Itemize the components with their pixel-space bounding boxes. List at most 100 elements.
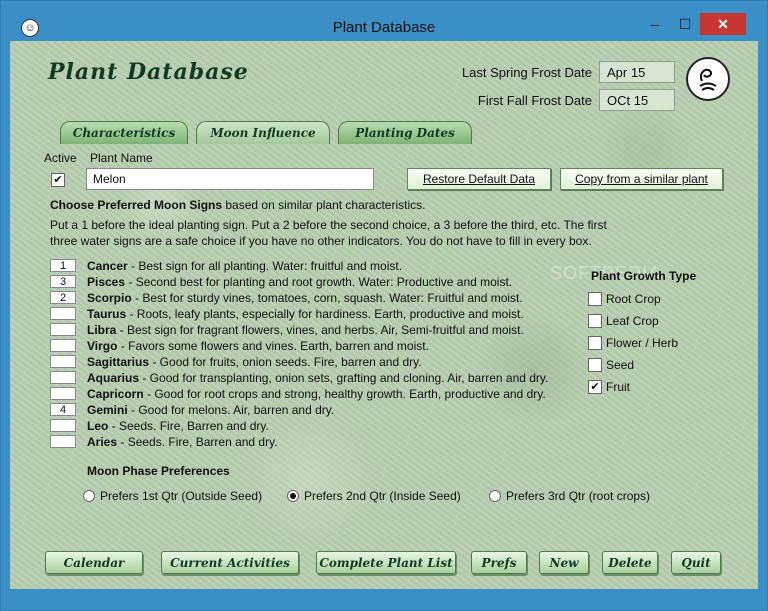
moon-sign-name: Capricorn xyxy=(87,387,144,401)
moon-sign-rank-input[interactable] xyxy=(50,323,76,336)
moon-sign-label: Scorpio - Best for sturdy vines, tomatoe… xyxy=(87,290,523,306)
main-panel: SOFTPEDIA Plant Database Last Spring Fro… xyxy=(10,41,758,589)
growth-type-checkbox[interactable] xyxy=(588,292,602,306)
copy-similar-plant-button[interactable]: Copy from a similar plant xyxy=(560,168,723,190)
calendar-button[interactable]: Calendar xyxy=(45,551,143,574)
moon-sign-rank-input[interactable] xyxy=(50,387,76,400)
moon-sign-label: Aquarius - Good for transplanting, onion… xyxy=(87,370,548,386)
copy-similar-plant-label: Copy from a similar plant xyxy=(575,172,708,186)
growth-type-checkbox[interactable] xyxy=(588,358,602,372)
active-checkbox[interactable]: ✔ xyxy=(51,173,65,187)
moon-sign-desc: - Good for root crops and strong, health… xyxy=(143,387,546,401)
maximize-button[interactable]: ☐ xyxy=(671,13,699,35)
moon-sign-name: Scorpio xyxy=(87,291,132,305)
growth-type-label: Root Crop xyxy=(606,292,661,306)
moon-sign-rank-input[interactable] xyxy=(50,419,76,432)
minimize-button[interactable]: – xyxy=(641,13,669,35)
app-logo xyxy=(686,57,730,101)
moon-sign-name: Libra xyxy=(87,323,117,337)
moon-sign-desc: - Good for melons. Air, barren and dry. xyxy=(127,403,335,417)
complete-plant-list-button[interactable]: Complete Plant List xyxy=(316,551,456,574)
moon-sign-name: Sagittarius xyxy=(87,355,150,369)
moon-sign-name: Taurus xyxy=(87,307,127,321)
moon-sign-label: Pisces - Second best for planting and ro… xyxy=(87,274,512,290)
moon-sign-intro: Choose Preferred Moon Signs based on sim… xyxy=(50,197,750,213)
moon-phase-label[interactable]: Prefers 2nd Qtr (Inside Seed) xyxy=(304,489,461,503)
moon-sign-name: Virgo xyxy=(87,339,118,353)
moon-sign-desc: - Good for fruits, onion seeds. Fire, ba… xyxy=(149,355,422,369)
moon-sign-rank-input[interactable] xyxy=(50,435,76,448)
delete-button[interactable]: Delete xyxy=(602,551,658,574)
new-button[interactable]: New xyxy=(539,551,589,574)
moon-phase-radio-3rd[interactable] xyxy=(489,490,501,502)
moon-phase-label[interactable]: Prefers 3rd Qtr (root crops) xyxy=(506,489,650,503)
moon-sign-intro-rest: based on similar plant characteristics. xyxy=(222,198,426,212)
moon-sign-name: Aquarius xyxy=(87,371,140,385)
moon-sign-desc: - Roots, leafy plants, especially for ha… xyxy=(126,307,524,321)
quit-button[interactable]: Quit xyxy=(671,551,721,574)
growth-type-label: Fruit xyxy=(606,380,630,394)
close-button[interactable]: ✕ xyxy=(700,13,746,35)
moon-sign-rank-input[interactable] xyxy=(50,307,76,320)
moon-sign-rank-input[interactable]: 1 xyxy=(50,259,76,272)
moon-sign-label: Capricorn - Good for root crops and stro… xyxy=(87,386,546,402)
moon-sign-label: Sagittarius - Good for fruits, onion see… xyxy=(87,354,422,370)
moon-sign-desc: - Seeds. Fire, Barren and dry. xyxy=(117,435,278,449)
moon-phase-title: Moon Phase Preferences xyxy=(87,464,230,478)
moon-sign-name: Leo xyxy=(87,419,109,433)
growth-type-checkbox[interactable] xyxy=(588,314,602,328)
growth-type-checkbox[interactable] xyxy=(588,336,602,350)
moon-sign-label: Leo - Seeds. Fire, Barren and dry. xyxy=(87,418,269,434)
tab-planting-dates[interactable]: Planting Dates xyxy=(338,121,472,144)
moon-phase-label[interactable]: Prefers 1st Qtr (Outside Seed) xyxy=(100,489,262,503)
prefs-button[interactable]: Prefs xyxy=(471,551,527,574)
tab-characteristics[interactable]: Characteristics xyxy=(60,121,188,144)
plant-name-input[interactable]: Melon xyxy=(86,168,374,190)
restore-default-data-label: Restore Default Data xyxy=(422,172,536,186)
moon-sign-rank-input[interactable] xyxy=(50,339,76,352)
moon-sign-intro-bold: Choose Preferred Moon Signs xyxy=(50,198,223,212)
moon-sign-instructions-2: three water signs are a safe choice if y… xyxy=(50,234,592,248)
moon-phase-radio-1st[interactable] xyxy=(83,490,95,502)
moon-sign-name: Gemini xyxy=(87,403,128,417)
first-fall-frost-label: First Fall Frost Date xyxy=(477,93,592,108)
moon-sign-name: Cancer xyxy=(87,259,128,273)
current-activities-button[interactable]: Current Activities xyxy=(161,551,299,574)
moon-sign-desc: - Favors some flowers and vines. Earth, … xyxy=(117,339,429,353)
plant-logo-icon xyxy=(699,68,717,91)
moon-sign-label: Aries - Seeds. Fire, Barren and dry. xyxy=(87,434,278,450)
moon-sign-label: Taurus - Roots, leafy plants, especially… xyxy=(87,306,524,322)
growth-type-checkbox[interactable]: ✔ xyxy=(588,380,602,394)
moon-sign-rank-input[interactable]: 3 xyxy=(50,275,76,288)
moon-sign-rank-input[interactable] xyxy=(50,355,76,368)
moon-phase-radio-2nd[interactable] xyxy=(287,490,299,502)
moon-sign-desc: - Best sign for fragrant flowers, vines,… xyxy=(116,323,524,337)
plant-growth-type-title: Plant Growth Type xyxy=(591,269,697,283)
moon-sign-rank-input[interactable] xyxy=(50,371,76,384)
growth-type-label: Seed xyxy=(606,358,635,372)
moon-sign-label: Virgo - Favors some flowers and vines. E… xyxy=(87,338,429,354)
moon-sign-name: Pisces xyxy=(87,275,126,289)
moon-sign-rank-input[interactable]: 2 xyxy=(50,291,76,304)
moon-sign-label: Gemini - Good for melons. Air, barren an… xyxy=(87,402,334,418)
moon-sign-rank-input[interactable]: 4 xyxy=(50,403,76,416)
moon-sign-label: Libra - Best sign for fragrant flowers, … xyxy=(87,322,524,338)
first-fall-frost-field[interactable]: OCt 15 xyxy=(599,89,675,111)
moon-sign-desc: - Best sign for all planting. Water: fru… xyxy=(127,259,403,273)
title-bar[interactable]: ☺ Plant Database – ☐ ✕ xyxy=(1,1,767,37)
restore-default-data-button[interactable]: Restore Default Data xyxy=(407,168,551,190)
moon-sign-name: Aries xyxy=(87,435,118,449)
active-label: Active xyxy=(44,151,77,165)
page-title: Plant Database xyxy=(48,59,249,85)
tab-moon-influence[interactable]: Moon Influence xyxy=(196,121,330,144)
last-spring-frost-label: Last Spring Frost Date xyxy=(461,65,592,80)
moon-sign-label: Cancer - Best sign for all planting. Wat… xyxy=(87,258,402,274)
last-spring-frost-field[interactable]: Apr 15 xyxy=(599,61,675,83)
moon-sign-desc: - Best for sturdy vines, tomatoes, corn,… xyxy=(131,291,523,305)
moon-sign-instructions-1: Put a 1 before the ideal planting sign. … xyxy=(50,218,607,232)
moon-sign-desc: - Good for transplanting, onion sets, gr… xyxy=(139,371,549,385)
plant-name-label: Plant Name xyxy=(90,151,153,165)
app-window: ☺ Plant Database – ☐ ✕ SOFTPEDIA Plant D… xyxy=(0,0,768,611)
growth-type-label: Flower / Herb xyxy=(606,336,679,350)
moon-sign-desc: - Second best for planting and root grow… xyxy=(125,275,513,289)
